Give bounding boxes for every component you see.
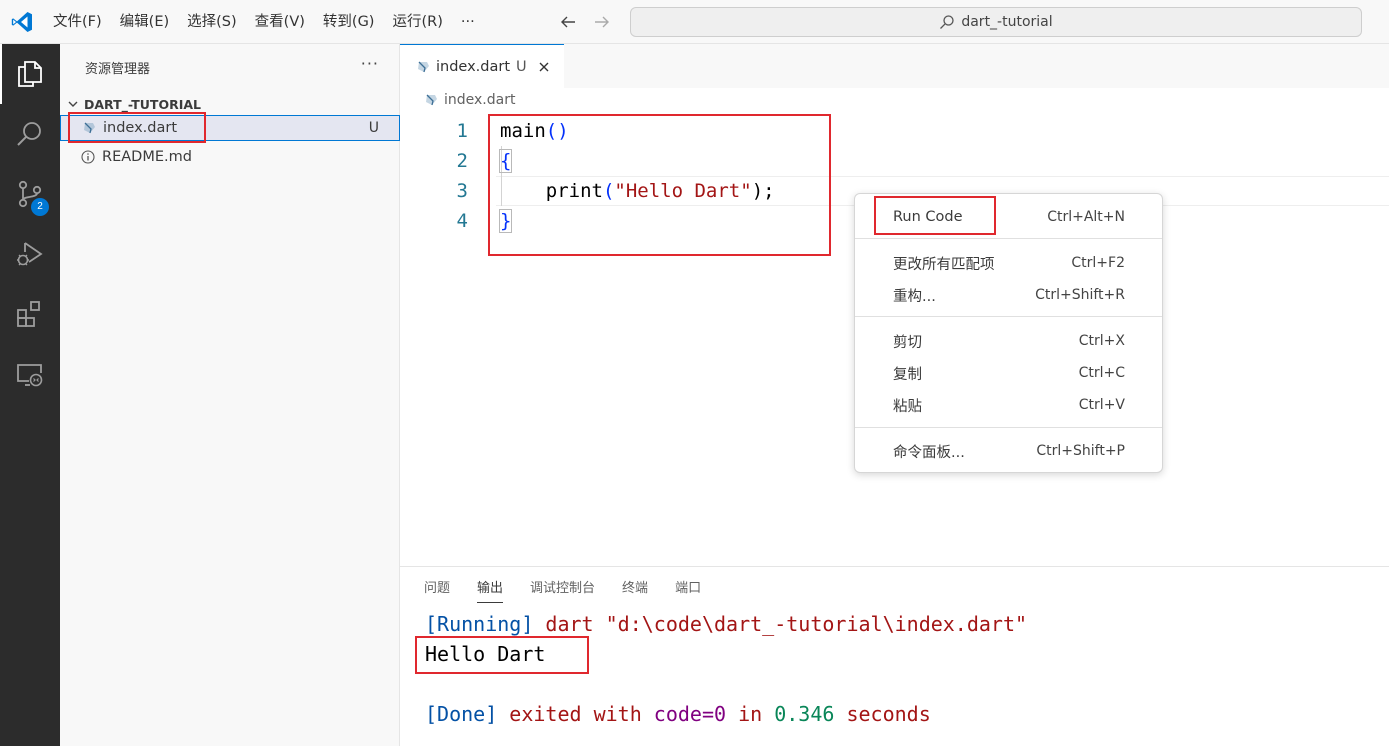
- menu-item-label: 复制: [893, 366, 922, 383]
- explorer-icon[interactable]: [0, 44, 60, 104]
- menu-separator: [855, 316, 1162, 317]
- annotation-box-file: [68, 112, 206, 143]
- menu-item-shortcut: Ctrl+X: [1078, 333, 1125, 349]
- annotation-box-output: [415, 636, 589, 674]
- line-number: 2: [456, 150, 468, 172]
- explorer-sidebar: 资源管理器 ··· DART_-TUTORIAL index.dart U RE…: [60, 44, 400, 746]
- menu-more[interactable]: ···: [452, 8, 484, 36]
- nav-arrows: [558, 10, 612, 34]
- menu-item-label: 命令面板...: [893, 444, 965, 461]
- output-token: seconds: [834, 702, 931, 726]
- title-bar: 文件(F) 编辑(E) 选择(S) 查看(V) 转到(G) 运行(R) ··· …: [0, 0, 1389, 44]
- search-icon: [939, 14, 955, 30]
- panel-tabs: 问题 输出 调试控制台 终端 端口: [424, 579, 701, 603]
- tab-problems[interactable]: 问题: [424, 579, 450, 603]
- back-arrow-icon[interactable]: [558, 10, 578, 34]
- breadcrumb-file[interactable]: index.dart: [444, 92, 515, 108]
- menu-item-command-palette[interactable]: 命令面板... Ctrl+Shift+P: [859, 436, 1159, 466]
- sidebar-more-button[interactable]: ···: [361, 54, 379, 73]
- search-icon[interactable]: [0, 104, 60, 164]
- menu-item-shortcut: Ctrl+Shift+P: [1036, 443, 1125, 459]
- vscode-logo-icon[interactable]: [10, 10, 34, 34]
- remote-explorer-icon[interactable]: [0, 344, 60, 404]
- breadcrumb: index.dart: [424, 92, 515, 108]
- workspace-section-header[interactable]: DART_-TUTORIAL: [66, 94, 201, 114]
- tab-ports[interactable]: 端口: [675, 579, 701, 603]
- file-name: README.md: [102, 149, 192, 165]
- menu-item-change-all-occurrences[interactable]: 更改所有匹配项 Ctrl+F2: [859, 248, 1159, 278]
- menu-separator: [855, 427, 1162, 428]
- output-token: [Running]: [425, 612, 534, 636]
- menu-file[interactable]: 文件(F): [44, 8, 111, 36]
- sidebar-title: 资源管理器: [85, 62, 151, 77]
- menu-item-label: 剪切: [893, 334, 922, 351]
- dart-file-icon: [416, 60, 430, 74]
- command-center-text: dart_-tutorial: [961, 14, 1053, 30]
- output-line-done: [Done] exited with code=0 in 0.346 secon…: [425, 699, 931, 729]
- menu-item-copy[interactable]: 复制 Ctrl+C: [859, 358, 1159, 388]
- run-debug-icon[interactable]: [0, 224, 60, 284]
- output-line-running: [Running] dart "d:\code\dart_-tutorial\i…: [425, 609, 1027, 639]
- menu-item-shortcut: Ctrl+Alt+N: [1047, 209, 1125, 225]
- output-token: dart "d:\code\dart_-tutorial\index.dart": [533, 612, 1028, 636]
- menu-separator: [855, 238, 1162, 239]
- output-token: 0.346: [774, 702, 835, 726]
- extensions-icon[interactable]: [0, 284, 60, 344]
- command-center-search[interactable]: dart_-tutorial: [630, 7, 1362, 37]
- menu-item-cut[interactable]: 剪切 Ctrl+X: [859, 326, 1159, 356]
- activity-bar: 2: [0, 44, 60, 746]
- menu-bar: 文件(F) 编辑(E) 选择(S) 查看(V) 转到(G) 运行(R) ···: [44, 0, 484, 44]
- file-item-readme[interactable]: README.md: [60, 144, 400, 170]
- menu-item-label: 重构...: [893, 288, 936, 305]
- menu-item-shortcut: Ctrl+F2: [1071, 255, 1125, 271]
- menu-item-paste[interactable]: 粘贴 Ctrl+V: [859, 390, 1159, 420]
- output-token: [Done]: [425, 702, 498, 726]
- annotation-box-run-code: [874, 196, 996, 235]
- editor-tab-bar: index.dart U: [400, 44, 1389, 88]
- menu-run[interactable]: 运行(R): [383, 8, 451, 36]
- tab-index-dart[interactable]: index.dart U: [400, 44, 564, 88]
- menu-item-shortcut: Ctrl+C: [1078, 365, 1125, 381]
- info-icon: [80, 149, 96, 165]
- menu-view[interactable]: 查看(V): [246, 8, 314, 36]
- tab-label: index.dart: [436, 58, 511, 75]
- menu-edit[interactable]: 编辑(E): [111, 8, 178, 36]
- menu-item-label: 更改所有匹配项: [893, 256, 995, 273]
- dart-file-icon: [424, 93, 438, 107]
- menu-item-shortcut: Ctrl+Shift+R: [1035, 287, 1125, 303]
- annotation-box-code: [488, 114, 831, 256]
- output-token: code=0: [653, 702, 727, 726]
- forward-arrow-icon[interactable]: [592, 10, 612, 34]
- source-control-badge: 2: [31, 198, 49, 216]
- line-number: 3: [456, 180, 468, 202]
- menu-item-refactor[interactable]: 重构... Ctrl+Shift+R: [859, 280, 1159, 310]
- line-number: 4: [456, 210, 468, 232]
- tab-status: U: [516, 58, 527, 75]
- menu-go[interactable]: 转到(G): [314, 8, 384, 36]
- source-control-icon[interactable]: 2: [0, 164, 60, 224]
- menu-item-shortcut: Ctrl+V: [1078, 397, 1125, 413]
- tab-output[interactable]: 输出: [477, 579, 504, 603]
- editor-context-menu: Run Code Ctrl+Alt+N 更改所有匹配项 Ctrl+F2 重构..…: [854, 193, 1163, 473]
- menu-selection[interactable]: 选择(S): [178, 8, 246, 36]
- output-token: exited with: [497, 702, 654, 726]
- tab-terminal[interactable]: 终端: [622, 579, 648, 603]
- menu-item-label: 粘贴: [893, 398, 922, 415]
- file-status-untracked: U: [368, 120, 379, 136]
- chevron-down-icon: [66, 97, 80, 111]
- tab-debug-console[interactable]: 调试控制台: [530, 579, 595, 603]
- line-number: 1: [456, 120, 468, 142]
- output-token: in: [726, 702, 775, 726]
- workspace-name: DART_-TUTORIAL: [84, 96, 201, 112]
- close-icon[interactable]: [537, 60, 551, 74]
